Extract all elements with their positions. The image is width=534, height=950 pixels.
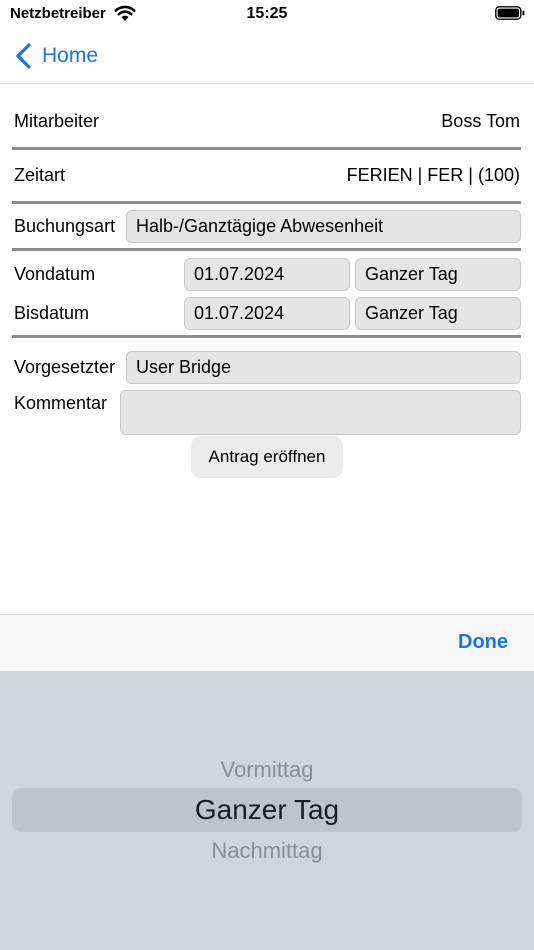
vondatum-label: Vondatum	[14, 264, 96, 284]
vondatum-date-field[interactable]: 01.07.2024	[184, 258, 350, 291]
buchungsart-field[interactable]: Halb-/Ganztägige Abwesenheit	[126, 210, 521, 243]
picker-toolbar: Done	[0, 614, 534, 672]
kommentar-label: Kommentar	[14, 393, 108, 413]
vondatum-period-field[interactable]: Ganzer Tag	[355, 258, 521, 291]
buchungsart-label: Buchungsart	[14, 216, 116, 236]
bisdatum-label: Bisdatum	[14, 303, 90, 323]
mitarbeiter-value: Boss Tom	[441, 111, 520, 131]
bisdatum-date-field[interactable]: 01.07.2024	[184, 297, 350, 330]
status-time: 15:25	[246, 5, 288, 22]
done-button[interactable]: Done	[458, 631, 508, 654]
status-bar: Netzbetreiber 15:25	[0, 0, 534, 30]
navigation-bar: Home	[0, 30, 534, 84]
kommentar-field[interactable]	[120, 390, 521, 435]
picker-option-ganzer-tag[interactable]: Ganzer Tag	[0, 794, 534, 826]
vorgesetzter-field[interactable]: User Bridge	[126, 351, 521, 384]
zeitart-value: FERIEN | FER | (100)	[346, 165, 520, 185]
divider	[12, 335, 521, 338]
divider	[12, 201, 521, 204]
chevron-left-icon	[16, 43, 31, 69]
back-button[interactable]: Home	[14, 40, 98, 72]
back-button-label: Home	[42, 44, 99, 67]
divider	[12, 147, 521, 150]
antrag-eroeffnen-button[interactable]: Antrag eröffnen	[191, 436, 343, 478]
zeitart-label: Zeitart	[14, 165, 66, 185]
divider	[12, 248, 521, 251]
picker-option-vormittag[interactable]: Vormittag	[0, 757, 534, 783]
mitarbeiter-label: Mitarbeiter	[14, 111, 100, 131]
picker-option-nachmittag[interactable]: Nachmittag	[0, 838, 534, 864]
battery-icon	[495, 6, 525, 20]
vorgesetzter-label: Vorgesetzter	[14, 357, 116, 377]
bisdatum-period-field[interactable]: Ganzer Tag	[355, 297, 521, 330]
